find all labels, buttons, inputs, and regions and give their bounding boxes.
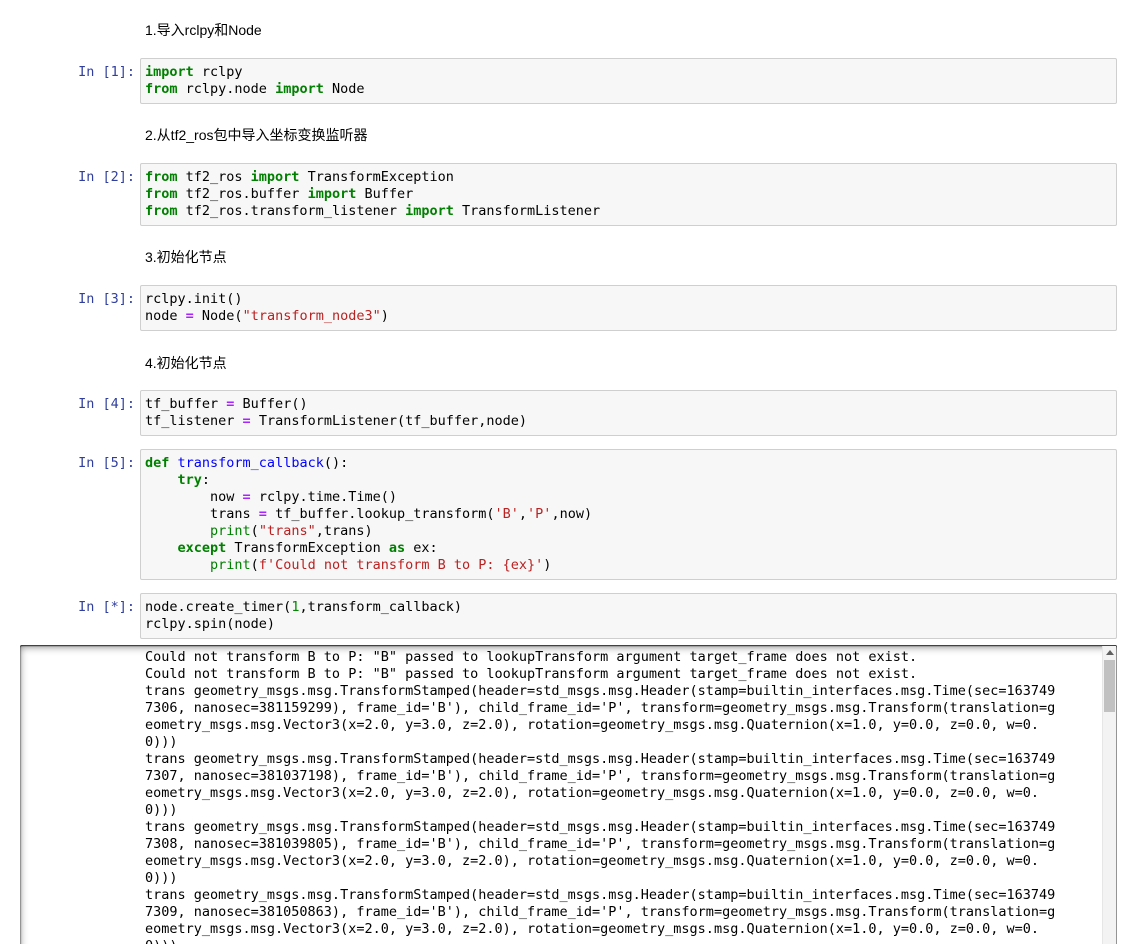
code-input[interactable]: rclpy.init() node = Node("transform_node… — [140, 285, 1117, 331]
code-input[interactable]: from tf2_ros import TransformException f… — [140, 163, 1117, 226]
code-cell: In [5]:def transform_callback(): try: no… — [0, 449, 1138, 580]
input-prompt: In [2]: — [20, 163, 140, 186]
code-input[interactable]: def transform_callback(): try: now = rcl… — [140, 449, 1117, 580]
markdown-cell: 3.初始化节点 — [0, 249, 1138, 266]
notebook: 1.导入rclpy和Node In [1]:import rclpy from r… — [0, 22, 1138, 944]
code-cell: In [2]:from tf2_ros import TransformExce… — [0, 163, 1138, 226]
cell-list: 1.导入rclpy和Node In [1]:import rclpy from r… — [0, 22, 1138, 639]
input-prompt: In [1]: — [20, 58, 140, 81]
markdown-text[interactable]: 3.初始化节点 — [140, 249, 227, 266]
markdown-cell: 2.从tf2_ros包中导入坐标变换监听器 — [0, 127, 1138, 144]
code-cell: In [3]:rclpy.init() node = Node("transfo… — [0, 285, 1138, 331]
markdown-text[interactable]: 4.初始化节点 — [140, 355, 227, 372]
output-text: Could not transform B to P: "B" passed t… — [20, 645, 1117, 944]
markdown-cell: 1.导入rclpy和Node — [0, 22, 1138, 39]
code-text: rclpy.init() node = Node("transform_node… — [145, 291, 1112, 325]
output-scrollbar[interactable] — [1102, 646, 1116, 944]
input-prompt: In [*]: — [20, 593, 140, 616]
input-prompt: In [3]: — [20, 285, 140, 308]
prompt-spacer — [20, 22, 140, 28]
prompt-spacer — [20, 127, 140, 133]
code-text: node.create_timer(1,transform_callback) … — [145, 599, 1112, 633]
markdown-text[interactable]: 2.从tf2_ros包中导入坐标变换监听器 — [140, 127, 367, 144]
code-text: from tf2_ros import TransformException f… — [145, 169, 1112, 220]
markdown-cell: 4.初始化节点 — [0, 355, 1138, 372]
code-text: def transform_callback(): try: now = rcl… — [145, 455, 1112, 574]
code-input[interactable]: tf_buffer = Buffer() tf_listener = Trans… — [140, 390, 1117, 436]
markdown-text[interactable]: 1.导入rclpy和Node — [140, 22, 262, 39]
code-text: import rclpy from rclpy.node import Node — [145, 64, 1112, 98]
input-prompt: In [4]: — [20, 390, 140, 413]
code-input[interactable]: import rclpy from rclpy.node import Node — [140, 58, 1117, 104]
scrollbar-thumb[interactable] — [1104, 660, 1115, 712]
prompt-spacer — [20, 355, 140, 361]
output-scroll-area[interactable]: Could not transform B to P: "B" passed t… — [20, 645, 1117, 944]
code-cell: In [4]:tf_buffer = Buffer() tf_listener … — [0, 390, 1138, 436]
scrollbar-up-button[interactable] — [1103, 646, 1116, 659]
input-prompt: In [5]: — [20, 449, 140, 472]
code-input[interactable]: node.create_timer(1,transform_callback) … — [140, 593, 1117, 639]
code-cell: In [1]:import rclpy from rclpy.node impo… — [0, 58, 1138, 104]
code-cell: In [*]:node.create_timer(1,transform_cal… — [0, 593, 1138, 639]
scroll-up-icon — [1106, 650, 1114, 655]
prompt-spacer — [20, 249, 140, 255]
code-text: tf_buffer = Buffer() tf_listener = Trans… — [145, 396, 1112, 430]
